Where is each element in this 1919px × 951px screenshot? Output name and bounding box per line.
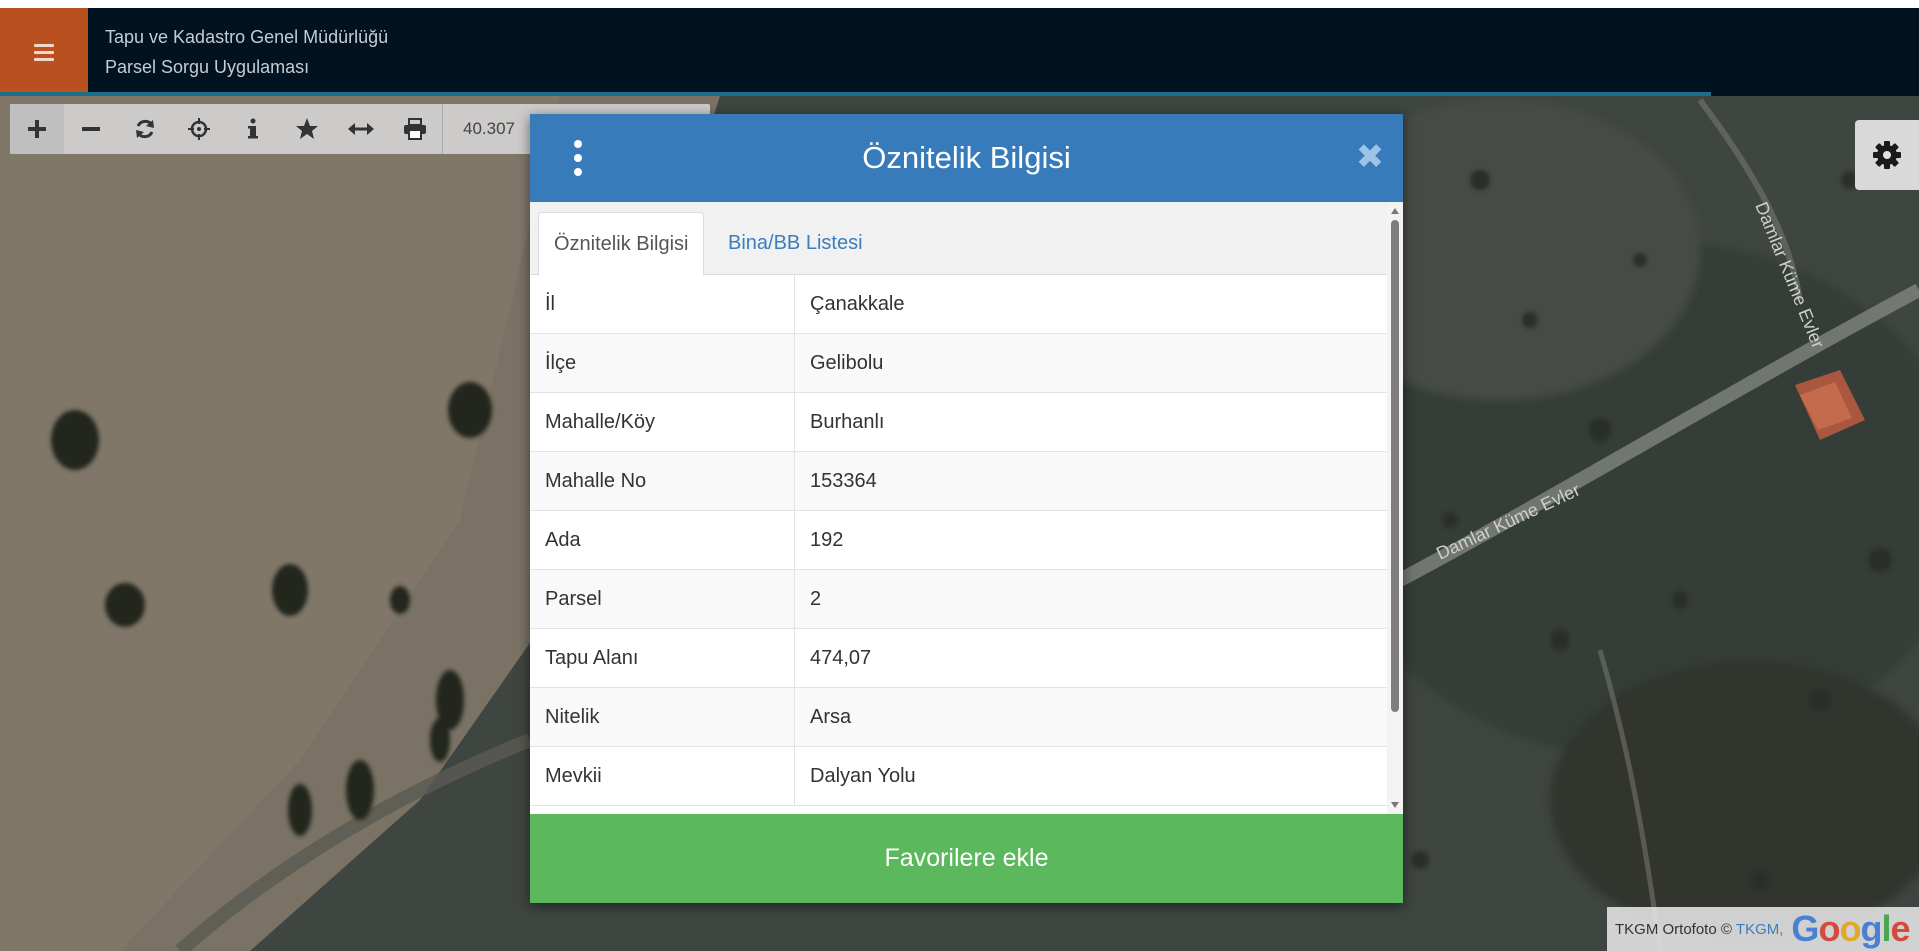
scroll-down-icon[interactable] [1391, 802, 1399, 808]
add-to-favorites-button[interactable]: Favorilere ekle [530, 814, 1403, 903]
favorites-button[interactable] [280, 104, 334, 154]
locate-button[interactable] [172, 104, 226, 154]
app-title: Tapu ve Kadastro Genel Müdürlüğü Parsel … [105, 22, 388, 82]
refresh-button[interactable] [118, 104, 172, 154]
tab-bar: Öznitelik Bilgisi Bina/BB Listesi [530, 202, 1387, 276]
row-key: İlçe [530, 334, 795, 392]
row-key: Mahalle No [530, 452, 795, 510]
row-value: Dalyan Yolu [810, 764, 916, 787]
tab-attribute-info[interactable]: Öznitelik Bilgisi [538, 212, 705, 276]
row-value: Çanakkale [810, 292, 905, 315]
print-button[interactable] [388, 104, 442, 154]
google-logo: Google [1791, 908, 1910, 949]
row-key: Mevkii [530, 747, 795, 805]
dialog-scrollbar[interactable] [1387, 202, 1403, 814]
settings-button[interactable] [1855, 120, 1919, 190]
plus-icon [28, 120, 46, 138]
dialog-header: Öznitelik Bilgisi ✖ [530, 114, 1403, 202]
attribution-text: TKGM Ortofoto © [1615, 920, 1732, 938]
arrows-horizontal-icon [348, 123, 374, 135]
row-key: Ada [530, 511, 795, 569]
measure-button[interactable] [334, 104, 388, 154]
attribute-info-dialog: Öznitelik Bilgisi ✖ Öznitelik Bilgisi Bi… [530, 114, 1403, 903]
table-row: Nitelik Arsa [530, 688, 1387, 747]
hamburger-menu-button[interactable] [0, 8, 88, 96]
table-row: Mahalle/Köy Burhanlı [530, 393, 1387, 452]
coordinate-readout: 40.307 [442, 104, 515, 154]
row-key: İl [530, 275, 795, 333]
scroll-up-icon[interactable] [1391, 208, 1399, 214]
row-key: Mahalle/Köy [530, 393, 795, 451]
app-title-line1: Tapu ve Kadastro Genel Müdürlüğü [105, 27, 389, 47]
table-row: İlçe Gelibolu [530, 334, 1387, 393]
refresh-icon [136, 119, 154, 139]
minus-icon [82, 127, 100, 131]
app-header: Tapu ve Kadastro Genel Müdürlüğü Parsel … [0, 8, 1919, 96]
info-icon [248, 118, 258, 139]
close-icon: ✖ [1355, 138, 1385, 176]
gear-icon [1873, 141, 1901, 169]
tab-building-list[interactable]: Bina/BB Listesi [713, 212, 878, 274]
zoom-out-button[interactable] [64, 104, 118, 154]
table-row: Tapu Alanı 474,07 [530, 629, 1387, 688]
star-icon [296, 118, 318, 139]
app-title-line2: Parsel Sorgu Uygulaması [105, 57, 310, 77]
row-value: 474,07 [810, 646, 872, 669]
table-row: Parsel 2 [530, 570, 1387, 629]
row-value: 2 [810, 587, 822, 610]
hamburger-icon [34, 40, 54, 65]
close-button[interactable]: ✖ [1353, 140, 1387, 174]
map-attribution: TKGM Ortofoto © TKGM, Google [1607, 907, 1919, 951]
zoom-in-button[interactable] [10, 104, 64, 154]
table-row: İl Çanakkale [530, 275, 1387, 334]
crosshairs-icon [188, 118, 210, 140]
row-key: Parsel [530, 570, 795, 628]
row-value: 192 [810, 528, 844, 551]
table-row: Ada 192 [530, 511, 1387, 570]
table-row: Mahalle No 153364 [530, 452, 1387, 511]
print-icon [404, 118, 426, 140]
row-value: Arsa [810, 705, 852, 728]
table-row: Mevkii Dalyan Yolu [530, 747, 1387, 806]
row-value: 153364 [810, 469, 877, 492]
top-strip [0, 0, 1919, 8]
scrollbar-thumb[interactable] [1391, 220, 1399, 712]
info-button[interactable] [226, 104, 280, 154]
attribution-link[interactable]: TKGM, [1736, 921, 1784, 938]
dialog-body[interactable]: Öznitelik Bilgisi Bina/BB Listesi İl Çan… [530, 202, 1403, 814]
header-progress-bar [0, 92, 1711, 96]
row-value: Gelibolu [810, 351, 884, 374]
row-value: Burhanlı [810, 410, 885, 433]
row-key: Tapu Alanı [530, 629, 795, 687]
dialog-title: Öznitelik Bilgisi [862, 140, 1071, 175]
row-key: Nitelik [530, 688, 795, 746]
attribute-table: İl Çanakkale İlçe Gelibolu Mahalle/Köy B… [530, 275, 1387, 806]
